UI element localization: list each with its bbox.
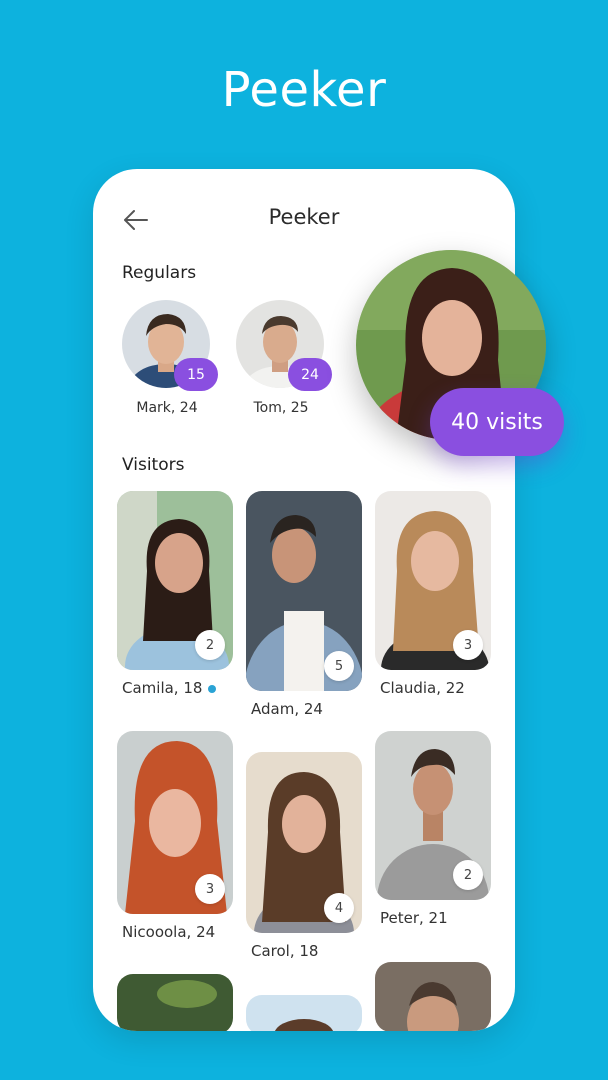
visit-count-badge: 3 [195,874,225,904]
visitor-card-partial[interactable] [117,974,233,1031]
visitor-name: Adam, 24 [251,700,323,718]
online-indicator-icon [208,684,217,693]
visitor-card-partial[interactable] [375,962,491,1031]
visitor-name: Claudia, 22 [380,679,465,697]
visitor-name: Carol, 18 [251,942,319,960]
visitor-card[interactable]: 5 Adam, 24 [246,491,362,718]
visit-count-badge: 4 [324,893,354,923]
visitor-photo: 4 [246,752,362,933]
visit-count-badge: 3 [453,630,483,660]
visitor-card[interactable]: 2 Camila, 18 [117,491,233,697]
visit-count-badge: 2 [453,860,483,890]
visitor-card-partial[interactable] [246,995,362,1031]
visit-count-badge: 2 [195,630,225,660]
visitors-heading: Visitors [122,455,185,475]
hero-title: Peeker [221,62,387,118]
visitor-photo [375,962,491,1031]
visit-count-badge: 15 [174,358,218,391]
regular-tom[interactable]: 24 Tom, 25 [236,300,332,416]
visitor-photo [117,974,233,1031]
visitor-card[interactable]: 3 Nicooola, 24 [117,731,233,941]
visitor-photo: 2 [375,731,491,900]
visitor-name: Peter, 21 [380,909,448,927]
visitor-name: Camila, 18 [122,679,233,697]
visitor-photo: 5 [246,491,362,691]
page-title: Peeker [268,205,340,229]
visitor-card[interactable]: 2 Peter, 21 [375,731,491,927]
regular-name: Tom, 25 [253,400,309,416]
visits-count-pill: 40 visits [430,388,564,456]
visit-count-badge: 5 [324,651,354,681]
visitor-card[interactable]: 4 Carol, 18 [246,752,362,960]
visitor-photo: 3 [375,491,491,670]
visitor-name: Nicooola, 24 [122,923,216,941]
regulars-heading: Regulars [122,263,197,283]
visitor-photo [246,995,362,1031]
visit-count-badge: 24 [288,358,332,391]
visitor-photo: 3 [117,731,233,914]
visitor-photo: 2 [117,491,233,670]
visitor-card[interactable]: 3 Claudia, 22 [375,491,491,697]
regular-mark[interactable]: 15 Mark, 24 [122,300,218,416]
regular-name: Mark, 24 [136,400,198,416]
